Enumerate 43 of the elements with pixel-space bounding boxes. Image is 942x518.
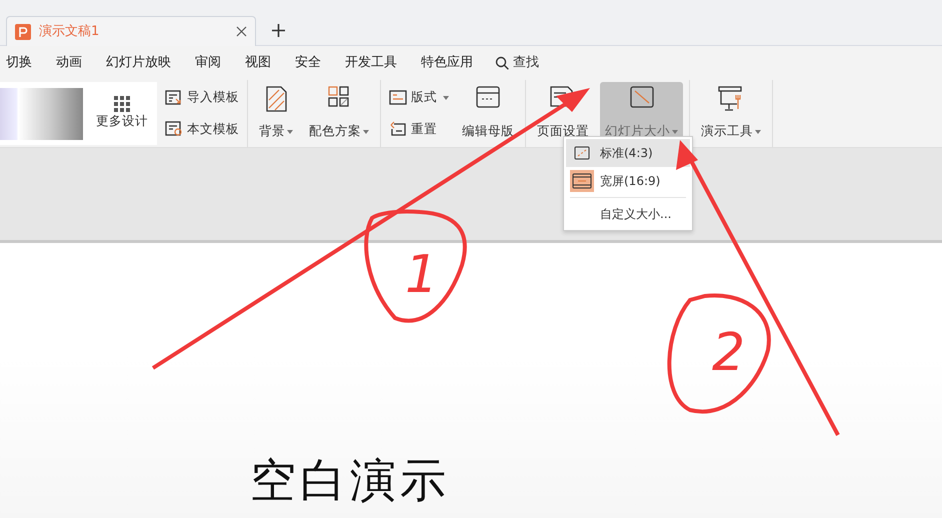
ribbon-button[interactable]: 本文模板: [163, 118, 241, 141]
close-icon[interactable]: [236, 26, 247, 37]
search-button[interactable]: 查找: [495, 53, 539, 73]
menu-tab[interactable]: 视图: [243, 53, 283, 73]
ribbon-button[interactable]: 背景: [254, 82, 298, 145]
color-scheme-icon: [328, 86, 350, 108]
ribbon-button[interactable]: 版式: [387, 86, 451, 110]
caret-icon: [287, 130, 293, 134]
ribbon-button[interactable]: 配色方案: [304, 82, 374, 145]
slide-size-icon: [630, 86, 654, 108]
presentation-tools-icon: [718, 86, 744, 112]
ribbon-button[interactable]: 重置: [387, 118, 451, 141]
aspect-standard-icon: [574, 146, 590, 160]
menu-tab[interactable]: 审阅: [193, 53, 233, 73]
layout-icon: [389, 90, 407, 106]
caret-icon: [443, 96, 449, 100]
template-icon: [165, 121, 183, 138]
ribbon-button[interactable]: 编辑母版: [457, 82, 519, 145]
menu-tab[interactable]: 幻灯片放映: [104, 53, 183, 73]
annotation-number: 2: [712, 323, 746, 383]
menu-tab[interactable]: 安全: [293, 53, 333, 73]
slide-title[interactable]: 空白演示: [250, 457, 450, 503]
search-icon: [495, 56, 509, 70]
design-thumbnail[interactable]: [0, 88, 83, 140]
menu-tab[interactable]: 开发工具: [343, 53, 409, 73]
background-icon: [265, 86, 287, 112]
aspect-wide-icon: [572, 173, 592, 189]
annotation-number: 1: [405, 245, 438, 305]
grid-icon: [114, 96, 130, 112]
template-import-icon: [165, 90, 183, 106]
menu-item[interactable]: 标准(4:3): [566, 139, 690, 167]
menu-tab[interactable]: 切换: [4, 53, 44, 73]
caret-icon: [363, 130, 369, 134]
reset-icon: [389, 121, 407, 138]
plus-icon[interactable]: [272, 24, 285, 37]
menu-tab[interactable]: 动画: [54, 53, 94, 73]
caret-icon: [755, 130, 761, 134]
slide-master-icon: [476, 86, 500, 108]
ribbon-button[interactable]: 演示工具: [696, 82, 766, 145]
presentation-file-icon: [15, 24, 31, 40]
ribbon-button[interactable]: 导入模板: [163, 86, 241, 110]
more-designs-button[interactable]: 更多设计: [91, 92, 153, 135]
menu-tab[interactable]: 特色应用: [419, 53, 485, 73]
